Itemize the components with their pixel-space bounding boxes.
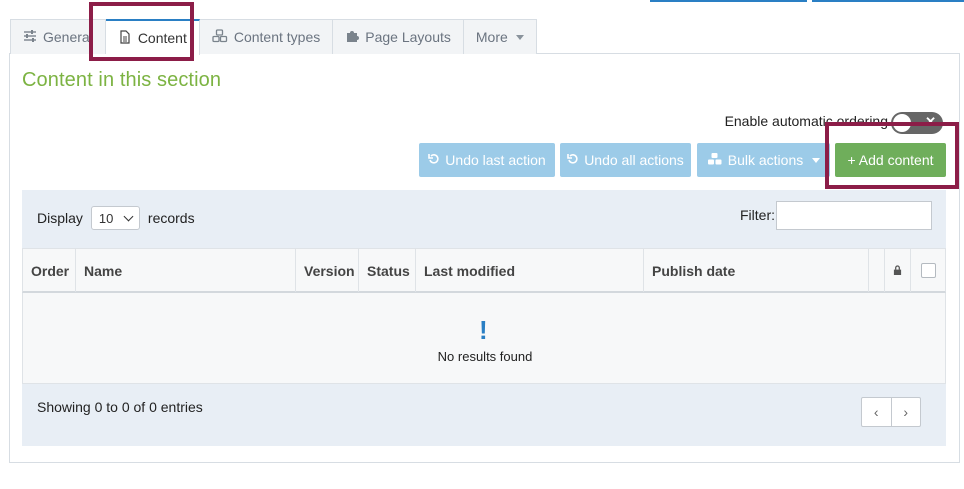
column-version[interactable]: Version xyxy=(296,249,359,292)
undo-icon xyxy=(567,152,579,168)
pagination: ‹ › xyxy=(861,397,921,427)
records-label: records xyxy=(147,210,195,226)
next-page-button[interactable]: › xyxy=(890,398,921,426)
bulk-actions-button[interactable]: Bulk actions xyxy=(697,143,830,177)
cubes-icon xyxy=(212,28,228,46)
tab-label: General xyxy=(43,29,93,45)
page-size-value: 10 xyxy=(98,210,114,226)
caret-down-icon xyxy=(812,157,821,163)
column-order[interactable]: Order xyxy=(23,249,76,292)
lock-icon xyxy=(893,265,902,275)
undo-all-button[interactable]: Undo all actions xyxy=(560,143,691,177)
column-select-all xyxy=(911,249,945,292)
section-title: Content in this section xyxy=(22,69,222,91)
tab-label: Content types xyxy=(233,29,321,45)
undo-last-label: Undo last action xyxy=(445,152,546,168)
undo-icon xyxy=(428,152,440,168)
chevron-down-icon xyxy=(123,211,134,221)
highlight-add-content xyxy=(825,122,959,189)
tab-more[interactable]: More xyxy=(463,19,537,54)
tab-label: More xyxy=(475,29,508,45)
content-table-container: Display 10 records Filter: Order Name Ve… xyxy=(22,190,946,446)
column-publish-date[interactable]: Publish date xyxy=(644,249,869,292)
column-status[interactable]: Status xyxy=(359,249,416,292)
tab-label: Page Layouts xyxy=(365,29,451,45)
cubes-icon xyxy=(707,152,723,169)
entries-summary: Showing 0 to 0 of 0 entries xyxy=(37,399,203,415)
undo-last-button[interactable]: Undo last action xyxy=(419,143,555,177)
highlight-content-tab xyxy=(89,2,194,61)
display-label: Display xyxy=(37,210,83,226)
caret-down-icon xyxy=(515,34,524,40)
tab-content-types[interactable]: Content types xyxy=(199,19,334,54)
puzzle-icon xyxy=(345,29,360,46)
empty-message: No results found xyxy=(437,349,533,364)
alert-icon: ! xyxy=(479,315,488,345)
top-button-edge-1[interactable] xyxy=(650,0,807,2)
bulk-actions-label: Bulk actions xyxy=(727,152,804,168)
select-all-checkbox[interactable] xyxy=(920,263,936,278)
undo-all-label: Undo all actions xyxy=(584,152,684,168)
sliders-icon xyxy=(23,29,37,46)
page-size-control: Display 10 records xyxy=(37,206,195,230)
column-spacer xyxy=(869,249,885,292)
column-last-modified[interactable]: Last modified xyxy=(416,249,644,292)
column-lock xyxy=(885,249,911,292)
top-button-edge-2[interactable] xyxy=(812,0,964,2)
filter-input[interactable] xyxy=(776,201,932,230)
page-size-select[interactable]: 10 xyxy=(90,206,140,230)
table-body: ! No results found xyxy=(22,293,946,384)
prev-page-button[interactable]: ‹ xyxy=(862,398,891,426)
tab-page-layouts[interactable]: Page Layouts xyxy=(333,19,464,54)
table-header: Order Name Version Status Last modified … xyxy=(22,248,946,293)
column-name[interactable]: Name xyxy=(76,249,296,292)
filter-label: Filter: xyxy=(740,207,775,223)
